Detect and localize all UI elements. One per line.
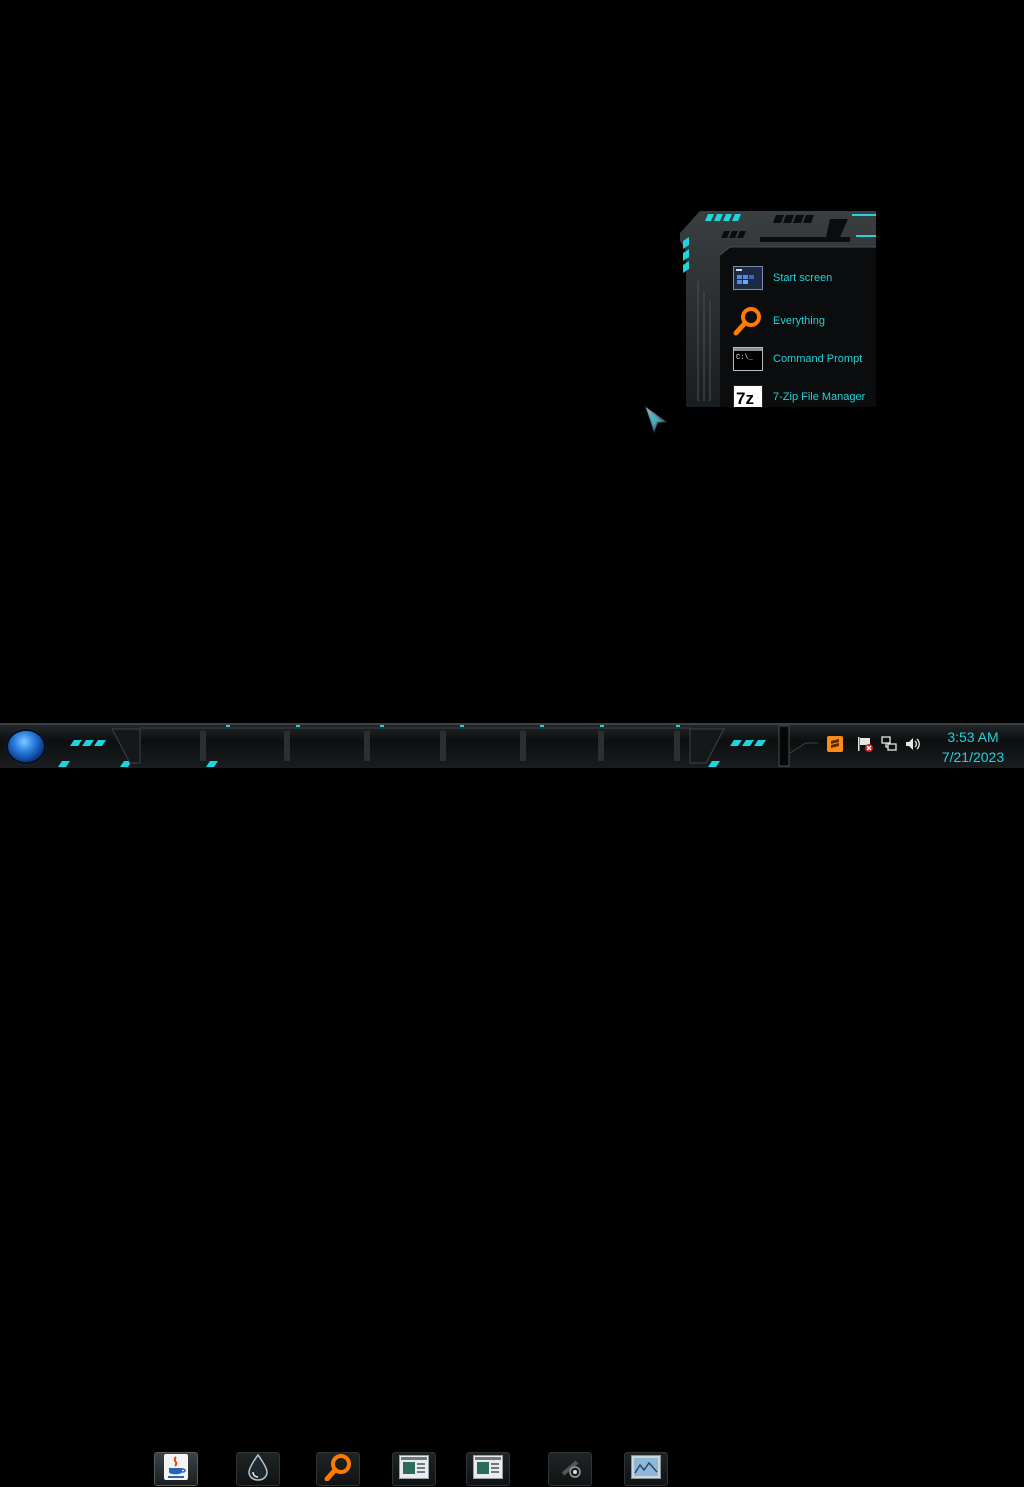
mouse-cursor-icon xyxy=(644,404,669,435)
java-icon xyxy=(161,1452,191,1487)
taskbar-button-image-viewer[interactable] xyxy=(624,1452,668,1486)
7zip-icon: 7z xyxy=(732,382,764,407)
taskbar-button-water-drop[interactable] xyxy=(236,1452,280,1486)
7zip-icon-text: 7z xyxy=(736,389,754,407)
start-menu-item-start-screen[interactable]: Start screen xyxy=(732,261,876,295)
document-window-icon xyxy=(399,1454,429,1484)
clock-date: 7/21/2023 xyxy=(941,749,1005,765)
start-button[interactable] xyxy=(8,731,44,762)
start-menu-item-everything[interactable]: Everything xyxy=(732,304,876,338)
tray-volume[interactable] xyxy=(902,734,924,758)
webcam-icon xyxy=(557,1454,583,1485)
taskbar-button-everything[interactable] xyxy=(316,1452,360,1486)
magnifier-icon xyxy=(732,306,764,336)
show-desktop-button[interactable] xyxy=(779,726,789,766)
clock-time: 3:53 AM xyxy=(947,729,999,745)
taskbar-clock[interactable]: 3:53 AM 7/21/2023 xyxy=(928,727,1018,767)
tray-action-center[interactable] xyxy=(854,734,876,758)
start-menu-item-label: 7-Zip File Manager xyxy=(773,391,866,403)
start-screen-icon xyxy=(732,263,764,293)
tray-network[interactable] xyxy=(878,734,900,758)
start-menu-item-command-prompt[interactable]: C:\_ Command Prompt xyxy=(732,342,876,376)
image-viewer-icon xyxy=(631,1454,661,1484)
volume-icon xyxy=(904,735,922,758)
sublime-icon xyxy=(826,735,844,758)
water-drop-icon xyxy=(246,1453,270,1486)
taskbar-button-document-1[interactable] xyxy=(392,1452,436,1486)
command-prompt-icon: C:\_ xyxy=(732,344,764,374)
taskbar-button-java[interactable] xyxy=(154,1452,198,1486)
start-menu-item-7zip[interactable]: 7z 7-Zip File Manager xyxy=(732,380,876,407)
start-menu-item-label: Start screen xyxy=(773,272,833,284)
taskbar-button-webcam[interactable] xyxy=(548,1452,592,1486)
start-menu-item-label: Everything xyxy=(773,315,825,327)
command-prompt-icon-text: C:\_ xyxy=(736,354,754,362)
network-icon xyxy=(880,735,898,758)
start-menu-item-label: Command Prompt xyxy=(773,353,863,365)
tray-sublime[interactable] xyxy=(824,734,846,758)
start-menu-panel: Start screen Everything C:\_ Command Pro… xyxy=(680,211,876,407)
flag-alert-icon xyxy=(856,735,874,758)
everything-search-icon xyxy=(323,1453,353,1486)
taskbar-button-document-2[interactable] xyxy=(466,1452,510,1486)
document-window-icon-2 xyxy=(473,1454,503,1484)
